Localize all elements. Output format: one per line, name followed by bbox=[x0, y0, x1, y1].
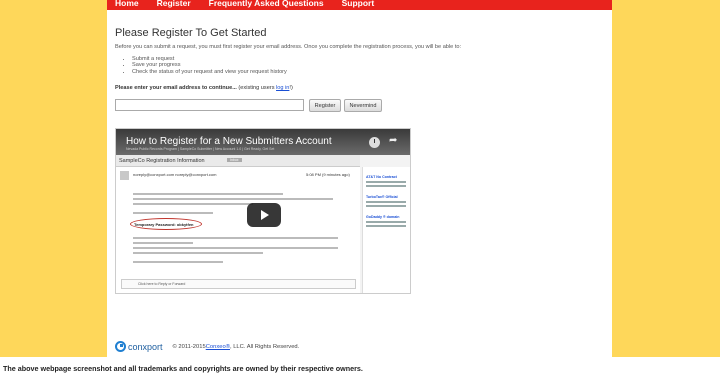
ad-title: TurboTax® Official bbox=[366, 195, 398, 199]
email-prompt: Please enter your email address to conti… bbox=[115, 85, 293, 91]
play-button[interactable] bbox=[247, 203, 281, 227]
mail-text-line bbox=[133, 242, 193, 244]
ad-title: AT&T No Contract bbox=[366, 175, 397, 179]
ads-sidebar: AT&T No Contract TurboTax® Official GoDa… bbox=[362, 167, 410, 293]
email-prompt-end: !) bbox=[289, 85, 293, 91]
reply-text: Click here to Reply or Forward bbox=[138, 282, 186, 286]
mail-text-line bbox=[133, 247, 338, 249]
logo-text: conxport bbox=[128, 341, 163, 352]
mail-text-line bbox=[133, 198, 333, 200]
login-link[interactable]: log in bbox=[276, 85, 289, 91]
register-button[interactable]: Register bbox=[309, 99, 341, 112]
watch-later-icon[interactable] bbox=[369, 137, 380, 148]
email-preview: noreply@conxport.com noreply@conxport.co… bbox=[116, 167, 360, 293]
inbox-title: SampleCo Registration Information bbox=[119, 158, 205, 164]
avatar bbox=[120, 171, 129, 180]
mail-text-line bbox=[133, 252, 263, 254]
mail-time: 5:08 PM (9 minutes ago) bbox=[306, 172, 350, 177]
share-icon[interactable]: ➦ bbox=[389, 135, 397, 146]
ad-text-line bbox=[366, 185, 406, 187]
nav-register[interactable]: Register bbox=[157, 0, 191, 8]
ad-text-line bbox=[366, 205, 406, 207]
list-item: Check the status of your request and vie… bbox=[132, 69, 287, 75]
video-title[interactable]: How to Register for a New Submitters Acc… bbox=[126, 136, 332, 147]
temp-password: Temporary Password: obkytfen bbox=[134, 222, 194, 227]
inbox-bar: SampleCo Registration Information Inbox bbox=[116, 155, 360, 167]
conxport-logo: conxport bbox=[115, 341, 163, 352]
benefits-list: Submit a request Save your progress Chec… bbox=[126, 56, 287, 75]
email-field[interactable] bbox=[115, 99, 304, 111]
copyright-text: © 2011-2015 bbox=[172, 343, 206, 350]
video-subtitle: Nevada Public Records Program | SampleCo… bbox=[126, 147, 275, 151]
mail-text-line bbox=[133, 261, 223, 263]
mail-text-line bbox=[133, 193, 283, 195]
page-title: Please Register To Get Started bbox=[115, 27, 267, 39]
ad-text-line bbox=[366, 221, 406, 223]
inbox-tag: Inbox bbox=[227, 158, 242, 162]
disclaimer: The above webpage screenshot and all tra… bbox=[3, 364, 363, 373]
mail-text-line bbox=[133, 212, 213, 214]
footer: conxport © 2011-2015 Conxeo®, LLC. All R… bbox=[115, 341, 299, 352]
mail-text-line bbox=[133, 203, 253, 205]
play-icon bbox=[261, 210, 269, 220]
tutorial-video[interactable]: How to Register for a New Submitters Acc… bbox=[115, 128, 411, 294]
nevermind-button[interactable]: Nevermind bbox=[344, 99, 382, 112]
email-prompt-bold: Please enter your email address to conti… bbox=[115, 85, 237, 91]
ad-text-line bbox=[366, 181, 406, 183]
nav-support[interactable]: Support bbox=[342, 0, 375, 8]
ad-text-line bbox=[366, 201, 406, 203]
conxport-logo-icon bbox=[115, 341, 126, 352]
ad-text-line bbox=[366, 225, 406, 227]
top-nav: Home Register Frequently Asked Questions… bbox=[107, 0, 612, 10]
email-prompt-rest: (existing users bbox=[236, 85, 277, 91]
nav-faq[interactable]: Frequently Asked Questions bbox=[209, 0, 324, 8]
ad-title: GoDaddy ® domain bbox=[366, 215, 400, 219]
mail-text-line bbox=[133, 237, 338, 239]
intro-text: Before you can submit a request, you mus… bbox=[115, 44, 462, 50]
nav-home[interactable]: Home bbox=[115, 0, 139, 8]
company-link[interactable]: Conxeo® bbox=[206, 344, 230, 350]
mail-from: noreply@conxport.com noreply@conxport.co… bbox=[133, 172, 217, 177]
copyright-end: , LLC. All Rights Reserved. bbox=[229, 343, 300, 350]
